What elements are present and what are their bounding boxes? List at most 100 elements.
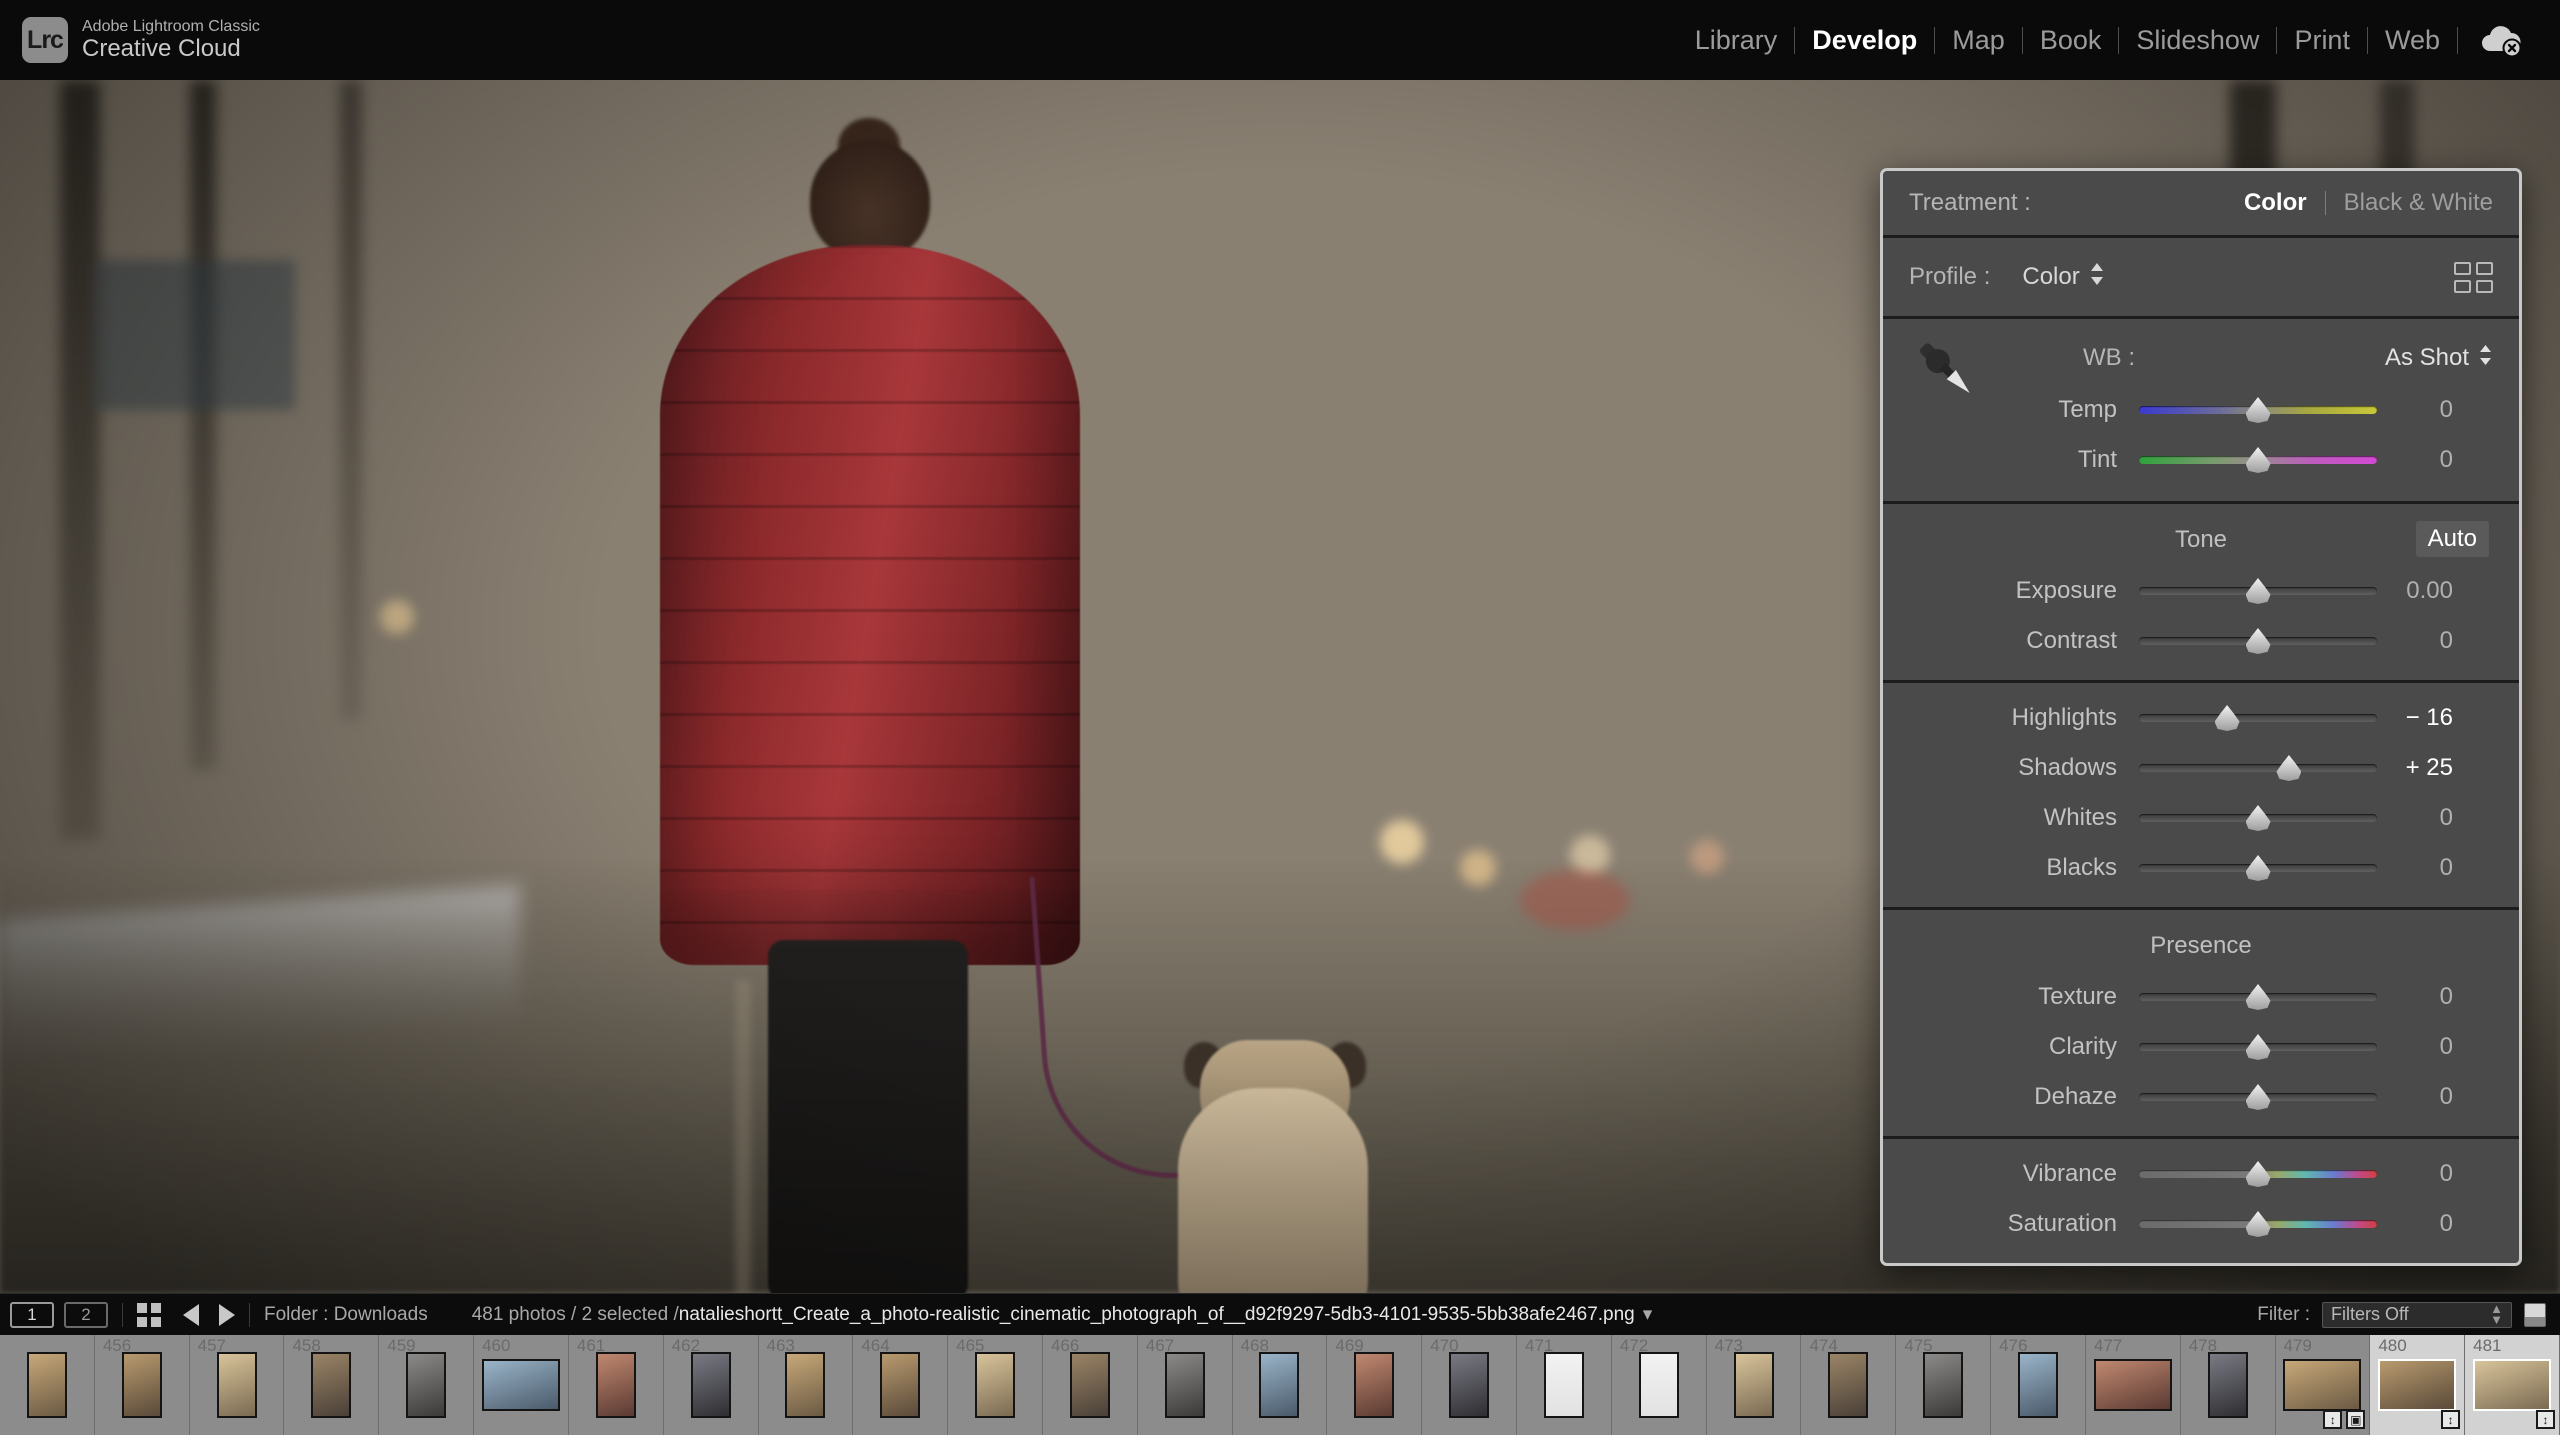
crop-icon[interactable]: ▣ (2346, 1410, 2366, 1429)
slider-track-clarity[interactable] (2139, 1032, 2377, 1062)
slider-track-whites[interactable] (2139, 803, 2377, 833)
filmstrip-thumbnail[interactable]: 456 (94, 1335, 190, 1435)
filmstrip-thumbnail[interactable]: 479 ▣ ↕ (2275, 1335, 2371, 1435)
filmstrip-thumbnail[interactable]: 469 (1327, 1335, 1423, 1435)
slider-track-saturation[interactable] (2139, 1209, 2377, 1239)
profile-value[interactable]: Color (2022, 263, 2079, 291)
filmstrip-thumbnail[interactable]: 474 (1801, 1335, 1897, 1435)
filmstrip-thumbnail[interactable]: 468 (1232, 1335, 1328, 1435)
slider-handle-clarity[interactable] (2245, 1034, 2271, 1060)
filmstrip-thumbnail[interactable]: 460 (474, 1335, 569, 1435)
wb-preset-value[interactable]: As Shot (2385, 343, 2493, 374)
current-filename[interactable]: natalieshortt_Create_a_photo-realistic_c… (679, 1304, 1635, 1326)
module-map[interactable]: Map (1935, 25, 2022, 56)
module-develop[interactable]: Develop (1795, 25, 1934, 56)
slider-value-whites[interactable]: 0 (2377, 804, 2479, 832)
filename-dropdown-caret-icon[interactable]: ▾ (1635, 1303, 1653, 1326)
module-library[interactable]: Library (1678, 25, 1795, 56)
filmstrip-thumbnail[interactable]: 463 (758, 1335, 854, 1435)
adjust-icon[interactable]: ↕ (2441, 1410, 2461, 1429)
module-book[interactable]: Book (2023, 25, 2119, 56)
slider-value-dehaze[interactable]: 0 (2377, 1083, 2479, 1111)
slider-value-blacks[interactable]: 0 (2377, 854, 2479, 882)
slider-value-temp[interactable]: 0 (2377, 396, 2479, 424)
module-slideshow[interactable]: Slideshow (2119, 25, 2276, 56)
slider-track-temp[interactable] (2139, 395, 2377, 425)
slider-value-highlights[interactable]: − 16 (2377, 704, 2479, 732)
slider-handle-vibrance[interactable] (2245, 1161, 2271, 1187)
slider-track-texture[interactable] (2139, 982, 2377, 1012)
slider-track-exposure[interactable] (2139, 576, 2377, 606)
adjust-icon[interactable]: ↕ (2535, 1410, 2555, 1429)
slider-track-blacks[interactable] (2139, 853, 2377, 883)
filmstrip-thumbnail[interactable]: 480 ↕ (2370, 1335, 2466, 1435)
chevron-updown-icon[interactable] (2089, 261, 2105, 294)
slider-handle-texture[interactable] (2245, 984, 2271, 1010)
filmstrip-thumbnail[interactable]: 471 (1517, 1335, 1612, 1435)
module-print[interactable]: Print (2277, 25, 2367, 56)
filmstrip-thumbnail[interactable]: 472 (1611, 1335, 1707, 1435)
chevron-updown-icon: ▲ ▼ (2490, 1301, 2503, 1327)
filmstrip-toggle-button[interactable] (2524, 1302, 2546, 1327)
treatment-option-black-and-white[interactable]: Black & White (2344, 189, 2493, 217)
slider-value-clarity[interactable]: 0 (2377, 1033, 2479, 1061)
slider-handle-saturation[interactable] (2245, 1211, 2271, 1237)
slider-handle-contrast[interactable] (2245, 628, 2271, 654)
slider-value-saturation[interactable]: 0 (2377, 1210, 2479, 1238)
slider-handle-temp[interactable] (2245, 397, 2271, 423)
filmstrip-thumbnail[interactable]: 478 (2180, 1335, 2276, 1435)
filmstrip-thumbnail[interactable]: 465 (948, 1335, 1043, 1435)
grid-view-icon[interactable] (137, 1302, 161, 1327)
filmstrip-thumbnail[interactable]: 457 (189, 1335, 285, 1435)
filmstrip-thumbnail[interactable]: 459 (379, 1335, 475, 1435)
module-web[interactable]: Web (2368, 25, 2457, 56)
arrow-right-icon[interactable] (219, 1303, 235, 1326)
slider-track-tint[interactable] (2139, 445, 2377, 475)
filmstrip-thumbnail[interactable]: 470 (1422, 1335, 1517, 1435)
slider-handle-exposure[interactable] (2245, 578, 2271, 604)
slider-track-vibrance[interactable] (2139, 1159, 2377, 1189)
slider-value-exposure[interactable]: 0.00 (2377, 577, 2479, 605)
slider-value-shadows[interactable]: + 25 (2377, 754, 2479, 782)
monitor-2-button[interactable]: 2 (64, 1301, 108, 1328)
folder-label[interactable]: Folder : Downloads (264, 1304, 428, 1326)
slider-handle-whites[interactable] (2245, 805, 2271, 831)
adjust-icon[interactable]: ↕ (2323, 1410, 2343, 1429)
filmstrip[interactable]: 456 457 458 459 460 461 462 463 464 465 466 467 468 4… (0, 1335, 2560, 1435)
eyedropper-icon[interactable] (1909, 333, 1983, 407)
slider-handle-blacks[interactable] (2245, 855, 2271, 881)
slider-handle-shadows[interactable] (2276, 755, 2302, 781)
slider-value-texture[interactable]: 0 (2377, 983, 2479, 1011)
slider-track-dehaze[interactable] (2139, 1082, 2377, 1112)
slider-handle-dehaze[interactable] (2245, 1084, 2271, 1110)
slider-handle-highlights[interactable] (2214, 705, 2240, 731)
filmstrip-thumbnail[interactable]: 466 (1042, 1335, 1138, 1435)
monitor-1-button[interactable]: 1 (10, 1301, 54, 1328)
filmstrip-thumbnail[interactable]: 467 (1137, 1335, 1233, 1435)
treatment-divider (2324, 191, 2326, 215)
filmstrip-thumbnail[interactable]: 476 (1991, 1335, 2086, 1435)
filter-select[interactable]: Filters Off ▲ ▼ (2322, 1301, 2512, 1328)
slider-value-tint[interactable]: 0 (2377, 446, 2479, 474)
treatment-option-color[interactable]: Color (2244, 189, 2307, 217)
profile-row: Profile : Color (1883, 238, 2519, 319)
filmstrip-thumbnail[interactable]: 481 ↕ (2465, 1335, 2560, 1435)
slider-value-contrast[interactable]: 0 (2377, 627, 2479, 655)
filmstrip-thumbnail[interactable]: 462 (663, 1335, 759, 1435)
cloud-sync-off-icon[interactable] (2458, 23, 2534, 57)
slider-track-shadows[interactable] (2139, 753, 2377, 783)
filmstrip-thumbnail[interactable]: 464 (853, 1335, 949, 1435)
filmstrip-thumbnail[interactable]: 477 (2085, 1335, 2181, 1435)
slider-track-highlights[interactable] (2139, 703, 2377, 733)
profile-grid-icon[interactable] (2454, 261, 2493, 293)
filmstrip-thumbnail[interactable]: 458 (284, 1335, 380, 1435)
slider-handle-tint[interactable] (2245, 447, 2271, 473)
filmstrip-thumbnail[interactable] (0, 1335, 95, 1435)
filmstrip-thumbnail[interactable]: 461 (568, 1335, 664, 1435)
slider-track-contrast[interactable] (2139, 626, 2377, 656)
auto-tone-button[interactable]: Auto (2415, 521, 2489, 557)
filmstrip-thumbnail[interactable]: 473 (1706, 1335, 1802, 1435)
filmstrip-thumbnail[interactable]: 475 (1896, 1335, 1992, 1435)
slider-value-vibrance[interactable]: 0 (2377, 1160, 2479, 1188)
arrow-left-icon[interactable] (183, 1303, 199, 1326)
